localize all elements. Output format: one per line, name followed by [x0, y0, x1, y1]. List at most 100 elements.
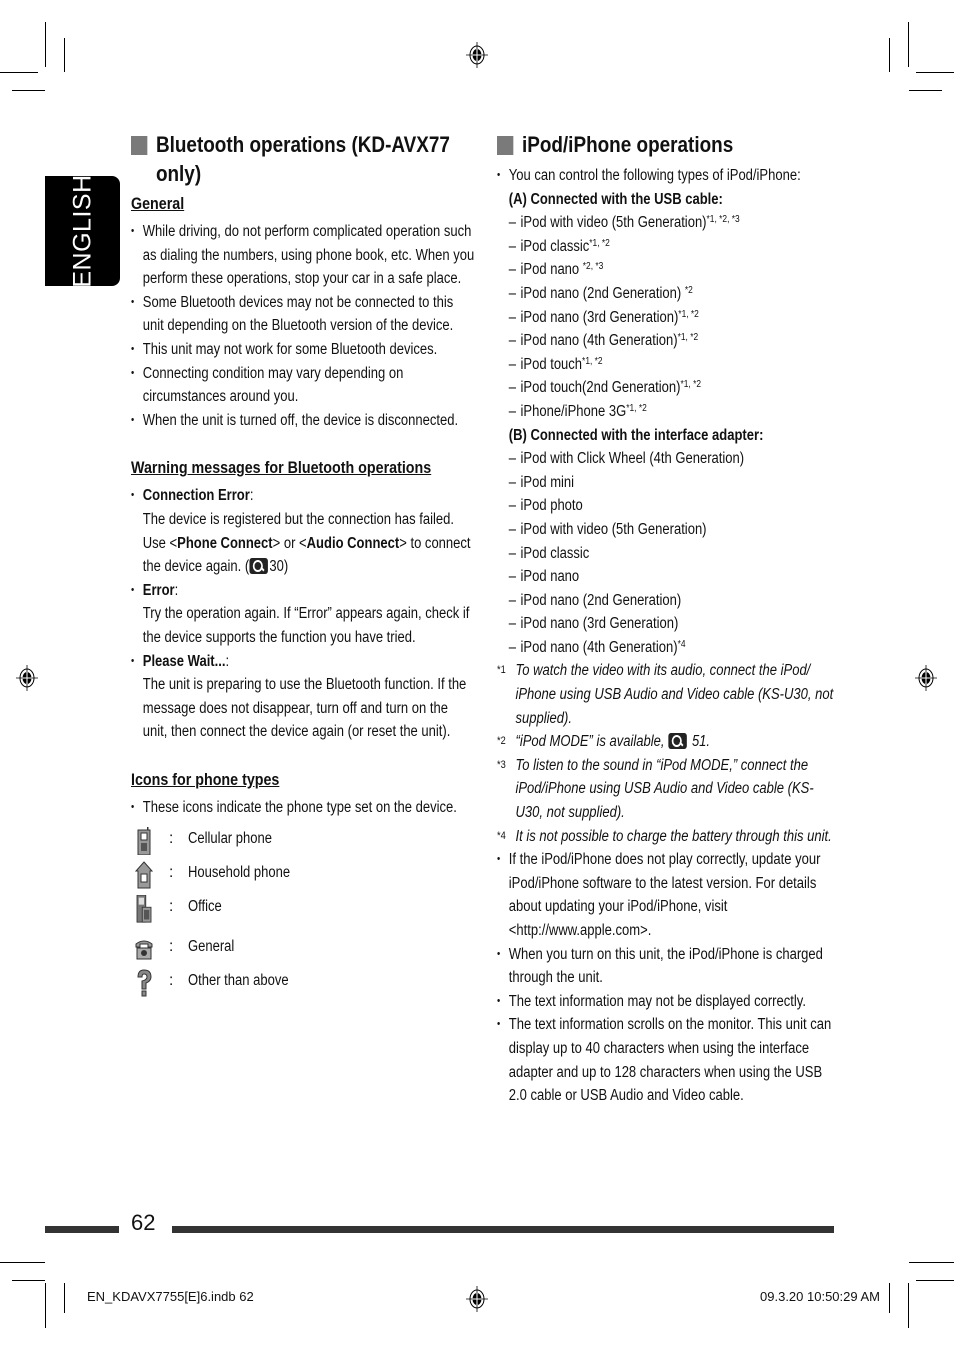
phone-type-label: Cellular phone: [188, 830, 272, 848]
phone-type-row: : Other than above: [131, 967, 476, 1001]
phone-type-label: Other than above: [188, 972, 289, 990]
device-item: iPod nano (3rd Generation): [509, 612, 842, 636]
crop-mark: [12, 90, 45, 91]
page-number: 62: [131, 1210, 156, 1235]
list-item: Connecting condition may vary depending …: [131, 362, 476, 409]
phone-type-label: Household phone: [188, 864, 291, 882]
device-item: iPod nano (4th Generation)*4: [509, 636, 842, 660]
footnote-ref: *2: [684, 284, 693, 296]
cellular-phone-icon: [137, 827, 151, 856]
warning-name: Error: [142, 581, 175, 599]
registration-mark-icon: [915, 665, 937, 691]
page-reference: 30: [269, 558, 284, 576]
bluetooth-title: Bluetooth operations (KD-AVX77 only): [131, 130, 500, 188]
crop-mark: [12, 1280, 45, 1281]
group-a-heading: (A) Connected with the USB cable:: [508, 190, 723, 208]
crop-mark: [916, 72, 954, 73]
crop-mark: [909, 1262, 954, 1263]
device-item: iPod classic: [509, 542, 842, 566]
device-item: iPod mini: [509, 471, 842, 495]
footnotes: *1 To watch the video with its audio, con…: [497, 659, 842, 848]
phone-type-label: General: [188, 938, 235, 956]
crop-mark: [908, 1283, 909, 1328]
device-item: iPod nano (2nd Generation): [509, 589, 842, 613]
device-item: iPhone/iPhone 3G*1, *2: [509, 400, 842, 424]
device-item: iPod nano (3rd Generation)*1, *2: [509, 306, 842, 330]
group-b-heading: (B) Connected with the interface adapter…: [508, 426, 764, 444]
list-item: While driving, do not perform complicate…: [131, 220, 476, 291]
phone-type-row: : Office: [131, 893, 476, 927]
device-item: iPod with video (5th Generation): [509, 518, 842, 542]
bluetooth-section: Bluetooth operations (KD-AVX77 only) Gen…: [131, 130, 476, 1001]
language-tab: ENGLISH: [45, 174, 120, 288]
crop-mark: [64, 38, 65, 72]
ipod-title: iPod/iPhone operations: [497, 130, 866, 159]
crop-mark: [916, 1280, 954, 1281]
crop-mark: [45, 1283, 46, 1328]
device-item: iPod nano (2nd Generation) *2: [509, 282, 842, 306]
list-item: The text information scrolls on the moni…: [497, 1013, 842, 1107]
list-item: Some Bluetooth devices may not be connec…: [131, 291, 476, 338]
footnote-ref: *1, *2: [626, 402, 647, 414]
audio-connect-label: Audio Connect: [306, 534, 400, 552]
general-phone-icon: [135, 940, 153, 960]
crop-mark: [889, 1283, 890, 1313]
device-item: iPod nano: [509, 565, 842, 589]
footnote: *1 To watch the video with its audio, con…: [497, 662, 834, 727]
ipod-intro-list: You can control the following types of i…: [497, 164, 842, 659]
crop-mark: [64, 1283, 65, 1313]
group-b-list: iPod with Click Wheel (4th Generation)iP…: [509, 447, 842, 659]
device-item: iPod nano *2, *3: [509, 258, 842, 282]
device-item: iPod with video (5th Generation)*1, *2, …: [509, 211, 842, 235]
warning-item: Please Wait...: The unit is preparing to…: [131, 650, 476, 744]
crop-mark: [0, 72, 38, 73]
registration-mark-icon: [466, 42, 488, 68]
footnote: *3 To listen to the sound in “iPod MODE,”…: [497, 756, 814, 822]
section-marker-icon: [497, 136, 514, 155]
list-item: You can control the following types of i…: [497, 164, 842, 659]
phone-type-row: : General: [131, 933, 476, 967]
language-label: ENGLISH: [68, 174, 96, 288]
ipod-notes-list: If the iPod/iPhone does not play correct…: [497, 848, 842, 1108]
phone-type-list: : Cellular phone : Household phone : Off…: [131, 825, 476, 1001]
warning-item: Error: Try the operation again. If “Erro…: [131, 579, 476, 650]
footnote-ref: *4: [677, 638, 686, 650]
device-item: iPod with Click Wheel (4th Generation): [509, 447, 842, 471]
section-marker-icon: [131, 136, 148, 155]
warning-name: Connection Error: [142, 487, 250, 505]
office-icon: [136, 895, 152, 924]
page-reference-icon: [668, 733, 687, 750]
crop-mark: [889, 38, 890, 72]
crop-mark: [908, 22, 909, 67]
page-reference-icon: [249, 558, 268, 575]
footnote-ref: *1, *2: [589, 237, 610, 249]
device-item: iPod nano (4th Generation)*1, *2: [509, 329, 842, 353]
general-heading: General: [131, 194, 185, 213]
ipod-section: iPod/iPhone operations You can control t…: [497, 130, 842, 1108]
phone-type-label: Office: [188, 898, 222, 916]
phone-connect-label: Phone Connect: [177, 534, 273, 552]
list-item: If the iPod/iPhone does not play correct…: [497, 848, 842, 942]
footnote-ref: *1, *2: [680, 379, 702, 391]
footnote: *4 It is not possible to charge the batte…: [497, 827, 832, 845]
device-item: iPod touch*1, *2: [509, 353, 842, 377]
footer-file-info: EN_KDAVX7755[E]6.indb 62: [87, 1289, 254, 1304]
footer-timestamp: 09.3.20 10:50:29 AM: [760, 1289, 880, 1304]
footnote-ref: *1, *2, *3: [706, 214, 740, 226]
phone-type-row: : Household phone: [131, 859, 476, 893]
registration-mark-icon: [466, 1286, 488, 1312]
warning-name: Please Wait...: [142, 652, 226, 670]
footnote: *2 “iPod MODE” is available, 51.: [497, 733, 711, 751]
device-item: iPod touch(2nd Generation)*1, *2: [509, 376, 842, 400]
icons-heading: Icons for phone types: [131, 769, 280, 789]
footnote-ref: *1, *2: [677, 332, 699, 344]
page-bar-right: [172, 1226, 834, 1233]
phone-type-row: : Cellular phone: [131, 825, 476, 859]
device-item: iPod photo: [509, 494, 842, 518]
household-phone-icon: [135, 861, 153, 889]
registration-mark-icon: [16, 665, 38, 691]
crop-mark: [45, 22, 46, 67]
list-item: The text information may not be displaye…: [497, 990, 842, 1014]
page-reference: 51.: [691, 733, 711, 751]
general-list: While driving, do not perform complicate…: [131, 220, 476, 432]
